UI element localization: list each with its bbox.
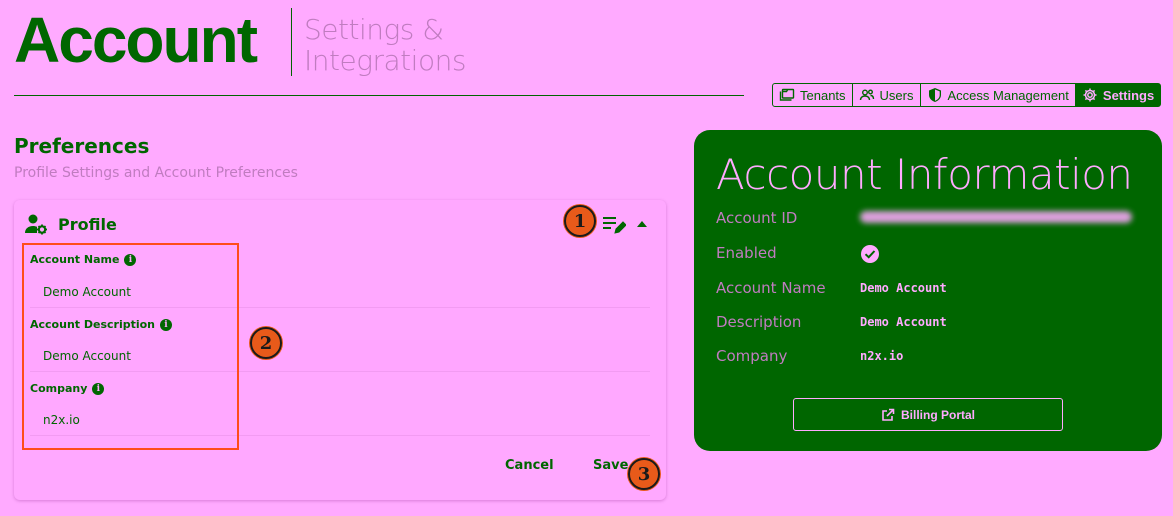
company-info-label: Company bbox=[716, 347, 788, 365]
description-info-value: Demo Account bbox=[860, 315, 947, 329]
check-circle-icon bbox=[861, 245, 879, 263]
title-divider bbox=[291, 8, 292, 76]
profile-card: Profile Account Name i Account Descripti… bbox=[14, 200, 666, 500]
header-divider bbox=[14, 95, 744, 96]
profile-title: Profile bbox=[58, 214, 117, 234]
cancel-button[interactable]: Cancel bbox=[505, 458, 554, 473]
annotation-marker-2: 2 bbox=[250, 327, 282, 359]
external-link-icon bbox=[882, 408, 895, 421]
tab-users[interactable]: Users bbox=[851, 83, 921, 107]
info-icon[interactable]: i bbox=[124, 253, 137, 266]
tab-settings[interactable]: Settings bbox=[1074, 83, 1162, 107]
tab-access-management-label: Access Management bbox=[947, 87, 1069, 103]
tab-tenants-label: Tenants bbox=[800, 87, 846, 103]
account-description-label-text: Account Description bbox=[30, 318, 156, 331]
tab-tenants[interactable]: Tenants bbox=[772, 83, 853, 107]
account-information-card: Account Information Account ID Enabled A… bbox=[694, 130, 1162, 451]
tab-settings-label: Settings bbox=[1102, 87, 1155, 103]
account-name-input[interactable] bbox=[30, 276, 650, 308]
account-name-info-value: Demo Account bbox=[860, 281, 947, 295]
account-description-label: Account Description i bbox=[30, 318, 173, 331]
save-button[interactable]: Save bbox=[593, 458, 628, 473]
page-title: Account bbox=[14, 4, 258, 76]
company-info-value: n2x.io bbox=[860, 349, 904, 363]
tab-users-label: Users bbox=[879, 87, 914, 103]
account-name-label-text: Account Name bbox=[30, 253, 120, 266]
info-icon[interactable]: i bbox=[160, 318, 173, 331]
company-input[interactable] bbox=[30, 404, 650, 436]
shield-icon bbox=[928, 88, 941, 102]
page-subtitle: Settings & Integrations bbox=[304, 14, 466, 76]
annotation-marker-3: 3 bbox=[628, 458, 660, 490]
account-information-title: Account Information bbox=[716, 150, 1133, 199]
preferences-title: Preferences bbox=[14, 134, 150, 158]
nav-tabs: Tenants Users Access Management Settings bbox=[772, 83, 1162, 107]
company-label-text: Company bbox=[30, 382, 88, 395]
user-settings-icon bbox=[25, 214, 47, 235]
gear-icon bbox=[1083, 88, 1097, 102]
preferences-subtitle: Profile Settings and Account Preferences bbox=[14, 165, 298, 181]
account-name-info-label: Account Name bbox=[716, 279, 826, 297]
account-name-label: Account Name i bbox=[30, 253, 137, 266]
billing-portal-label: Billing Portal bbox=[900, 407, 975, 422]
tab-access-management[interactable]: Access Management bbox=[919, 83, 1076, 107]
company-label: Company i bbox=[30, 382, 105, 395]
enabled-label: Enabled bbox=[716, 244, 777, 262]
subtitle-line-2: Integrations bbox=[304, 44, 466, 77]
subtitle-line-1: Settings & bbox=[304, 13, 444, 46]
account-id-value-redacted bbox=[860, 211, 1132, 223]
account-description-input[interactable] bbox=[30, 340, 650, 372]
profile-header: Profile bbox=[24, 212, 117, 236]
chevron-up-icon[interactable] bbox=[634, 216, 650, 232]
account-id-label: Account ID bbox=[716, 209, 798, 227]
folders-icon bbox=[779, 88, 795, 101]
description-info-label: Description bbox=[716, 313, 802, 331]
info-icon[interactable]: i bbox=[92, 382, 105, 395]
users-icon bbox=[859, 89, 874, 101]
billing-portal-button[interactable]: Billing Portal bbox=[793, 398, 1063, 431]
edit-list-icon[interactable] bbox=[602, 214, 626, 236]
annotation-marker-1: 1 bbox=[564, 205, 596, 237]
